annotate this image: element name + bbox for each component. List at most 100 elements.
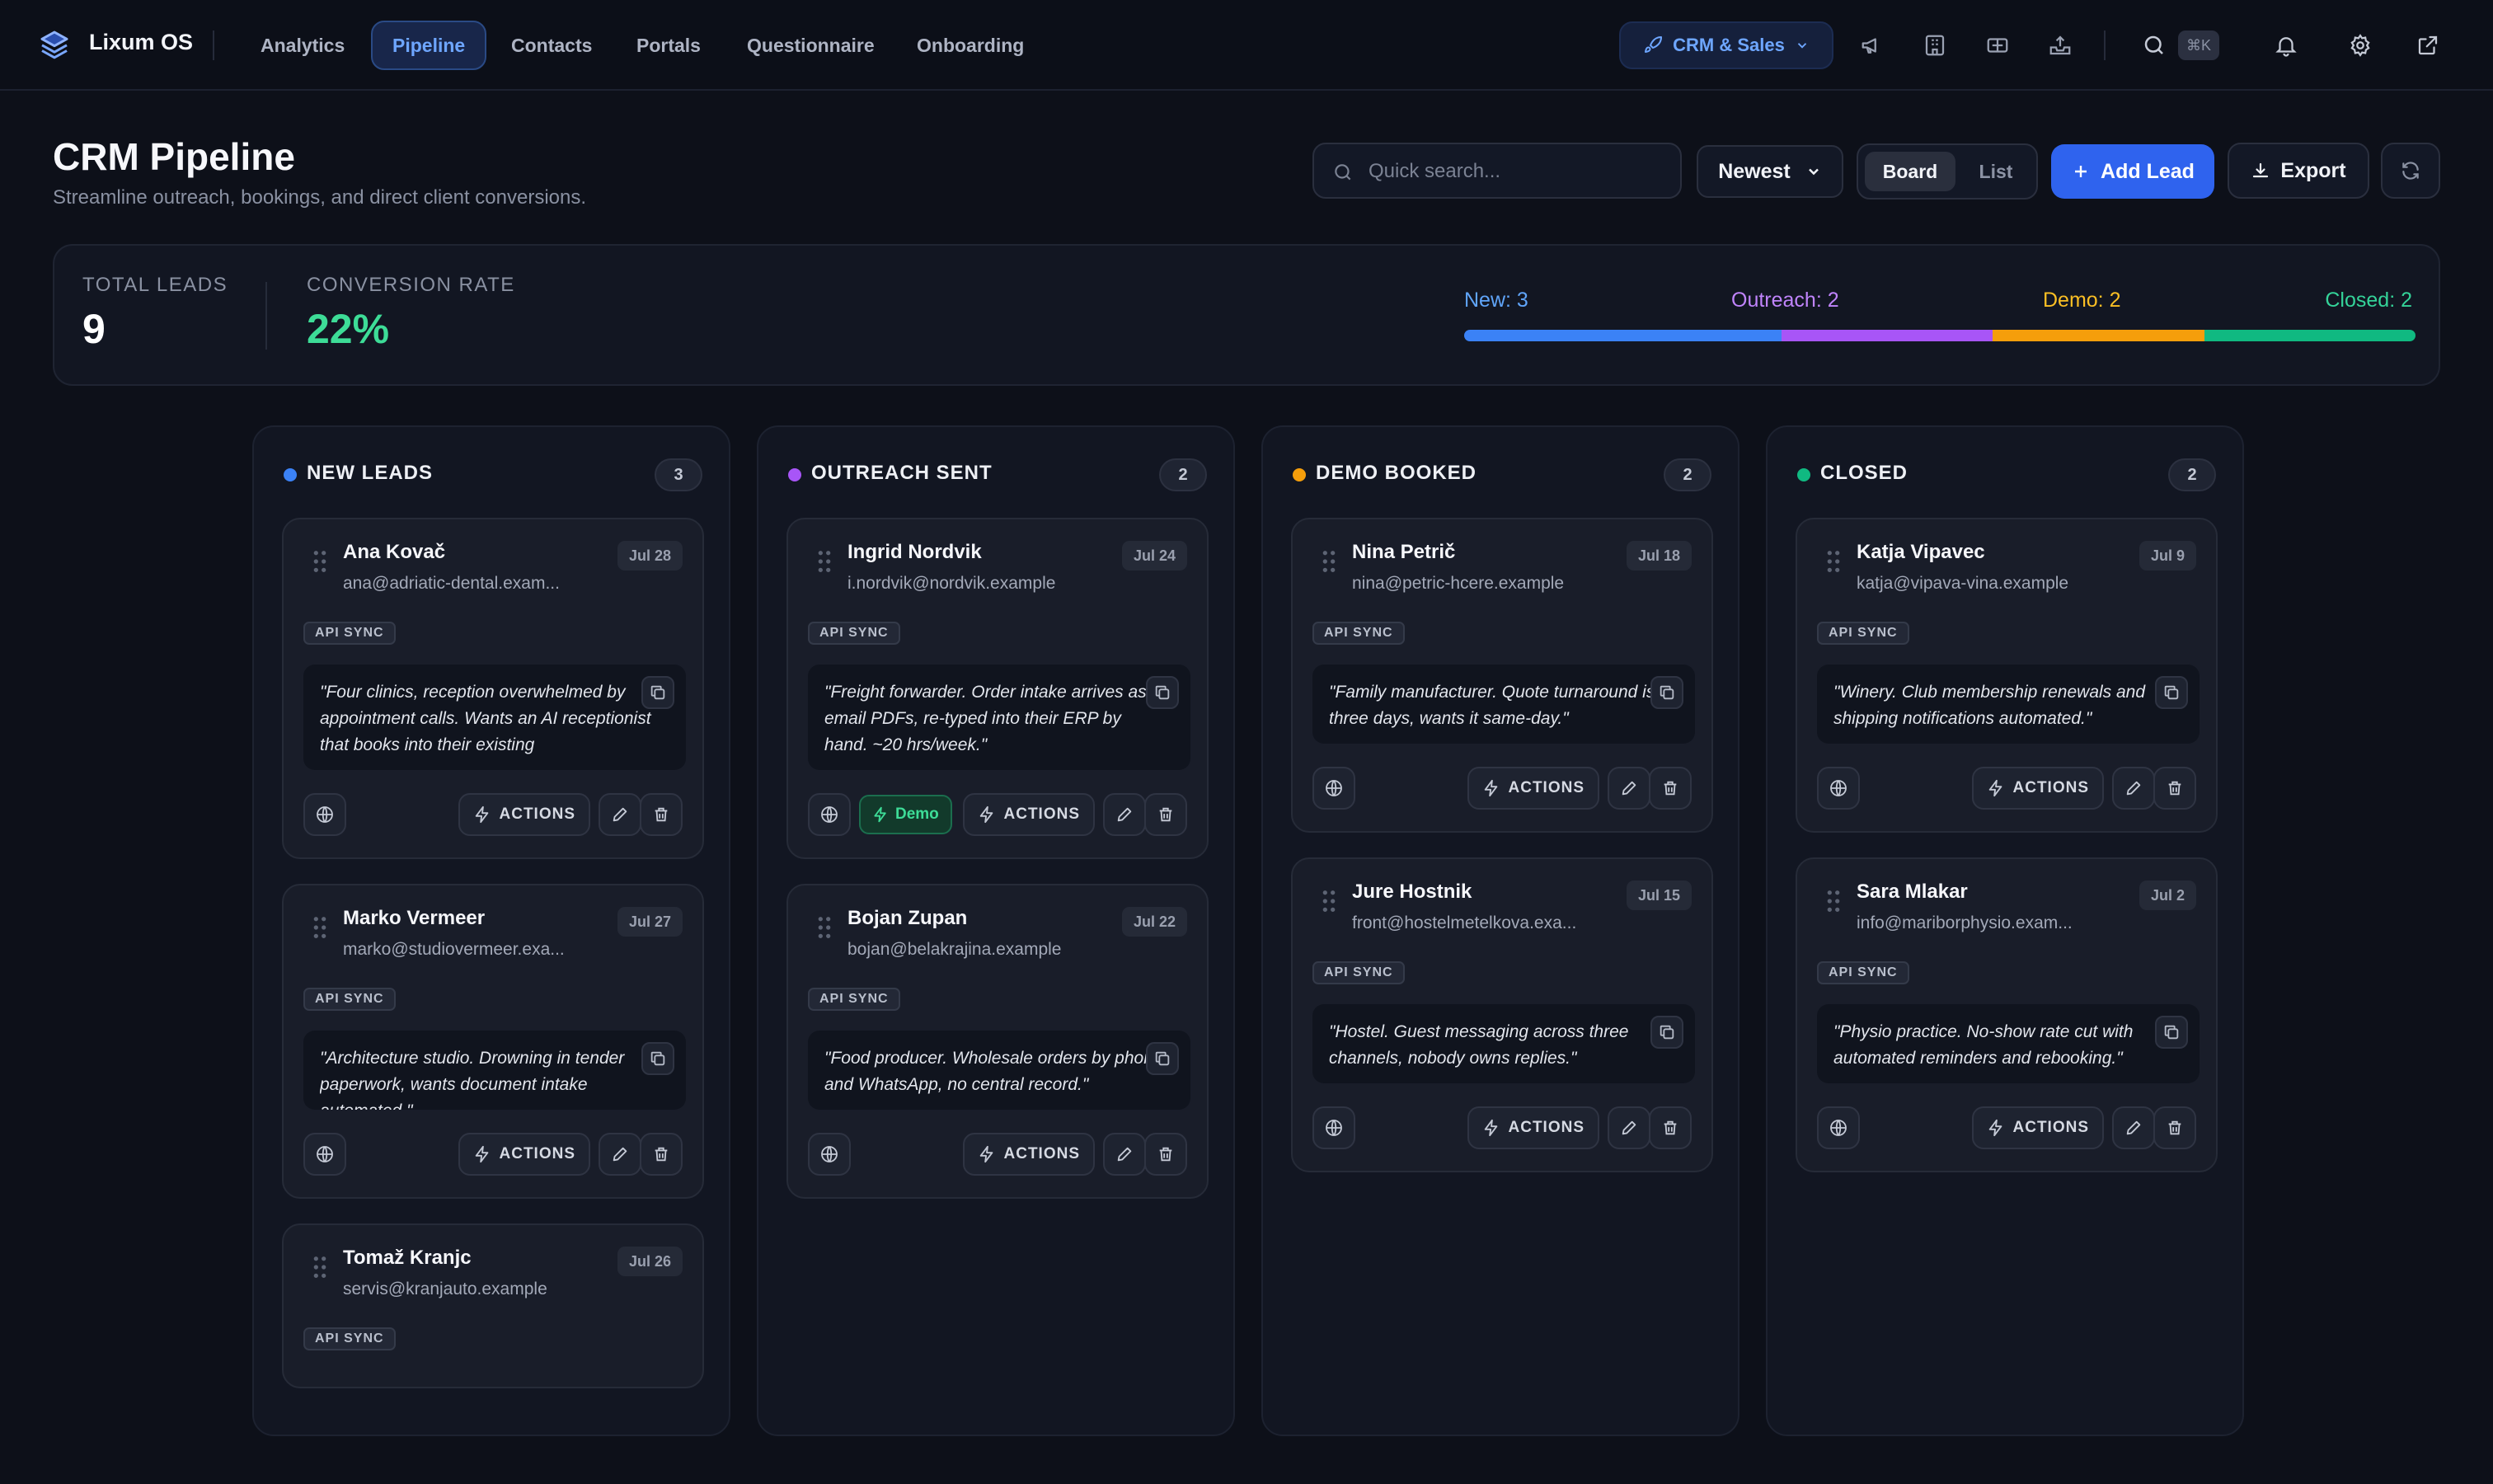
- trash-icon[interactable]: [640, 793, 683, 836]
- pipeline-distribution-bar: [1464, 330, 2416, 341]
- lead-card[interactable]: Sara Mlakar info@mariborphysio.exam... Jul…: [1796, 857, 2218, 1172]
- refresh-button[interactable]: [2381, 143, 2440, 199]
- lead-card[interactable]: Jure Hostnik front@hostelmetelkova.exa...…: [1291, 857, 1713, 1172]
- bar-segment-demo: [1993, 330, 2204, 341]
- drag-handle-icon[interactable]: [312, 549, 328, 574]
- stats-panel: TOTAL LEADS 9 CONVERSION RATE 22% New: 3…: [53, 244, 2440, 386]
- handshake-icon[interactable]: [1985, 33, 2010, 58]
- nav-pipeline[interactable]: Pipeline: [371, 21, 487, 70]
- layers-logo-icon[interactable]: [38, 28, 71, 61]
- gear-icon[interactable]: [2348, 33, 2373, 58]
- edit-icon[interactable]: [1103, 793, 1146, 836]
- globe-icon[interactable]: [1817, 767, 1860, 810]
- drag-handle-icon[interactable]: [312, 915, 328, 940]
- column-title: NEW LEADS: [307, 462, 433, 484]
- nav-questionnaire[interactable]: Questionnaire: [727, 21, 894, 70]
- edit-icon[interactable]: [1103, 1133, 1146, 1176]
- globe-icon[interactable]: [303, 793, 346, 836]
- lead-card[interactable]: Nina Petrič nina@petric-hcere.example Jul …: [1291, 518, 1713, 833]
- edit-icon[interactable]: [2112, 1106, 2155, 1149]
- lead-card[interactable]: Ana Kovač ana@adriatic-dental.exam... Jul …: [282, 518, 704, 859]
- nav-onboarding[interactable]: Onboarding: [897, 21, 1044, 70]
- actions-button[interactable]: ACTIONS: [962, 793, 1095, 836]
- copy-icon[interactable]: [1650, 1016, 1683, 1049]
- globe-icon[interactable]: [1312, 767, 1355, 810]
- export-button[interactable]: Export: [2228, 143, 2369, 199]
- chevron-down-icon: [1797, 43, 1807, 49]
- copy-icon[interactable]: [1650, 676, 1683, 709]
- lead-note: "Family manufacturer. Quote turnaround i…: [1312, 665, 1695, 744]
- actions-button[interactable]: ACTIONS: [458, 1133, 590, 1176]
- source-tag: API SYNC: [808, 622, 900, 645]
- globe-icon[interactable]: [808, 793, 851, 836]
- lead-note-text: "Four clinics, reception overwhelmed by …: [320, 683, 651, 754]
- copy-icon[interactable]: [1146, 676, 1179, 709]
- actions-button[interactable]: ACTIONS: [1971, 1106, 2104, 1149]
- search-icon[interactable]: [2142, 33, 2167, 58]
- nav-analytics[interactable]: Analytics: [241, 21, 364, 70]
- drag-handle-icon[interactable]: [1825, 549, 1842, 574]
- edit-icon[interactable]: [1608, 1106, 1650, 1149]
- drag-handle-icon[interactable]: [312, 1255, 328, 1280]
- drag-handle-icon[interactable]: [816, 549, 833, 574]
- total-leads-label: TOTAL LEADS: [82, 274, 228, 296]
- copy-icon[interactable]: [1146, 1042, 1179, 1075]
- demo-status-badge[interactable]: Demo: [859, 795, 952, 834]
- lead-card[interactable]: Marko Vermeer marko@studiovermeer.exa... J…: [282, 884, 704, 1199]
- trash-icon[interactable]: [640, 1133, 683, 1176]
- megaphone-icon[interactable]: [1860, 33, 1885, 58]
- trash-icon[interactable]: [2153, 767, 2196, 810]
- inbox-upload-icon[interactable]: [2048, 33, 2073, 58]
- drag-handle-icon[interactable]: [816, 915, 833, 940]
- actions-button[interactable]: ACTIONS: [1971, 767, 2104, 810]
- building-icon[interactable]: [1923, 33, 1947, 58]
- nav-portals[interactable]: Portals: [617, 21, 721, 70]
- view-list-button[interactable]: List: [1960, 152, 2031, 191]
- lead-card[interactable]: Ingrid Nordvik i.nordvik@nordvik.example J…: [786, 518, 1209, 859]
- trash-icon[interactable]: [1649, 767, 1692, 810]
- column-status-dot: [284, 468, 297, 481]
- edit-icon[interactable]: [1608, 767, 1650, 810]
- workspace-selector[interactable]: CRM & Sales: [1619, 21, 1833, 69]
- actions-button[interactable]: ACTIONS: [1467, 767, 1599, 810]
- drag-handle-icon[interactable]: [1825, 889, 1842, 913]
- actions-button[interactable]: ACTIONS: [458, 793, 590, 836]
- lead-email: ana@adriatic-dental.exam...: [343, 574, 560, 593]
- drag-handle-icon[interactable]: [1321, 889, 1337, 913]
- globe-icon[interactable]: [808, 1133, 851, 1176]
- copy-icon[interactable]: [641, 676, 674, 709]
- lead-email: info@mariborphysio.exam...: [1857, 913, 2073, 932]
- lead-name: Marko Vermeer: [343, 907, 486, 929]
- sort-select[interactable]: Newest: [1697, 145, 1843, 198]
- drag-handle-icon[interactable]: [1321, 549, 1337, 574]
- edit-icon[interactable]: [2112, 767, 2155, 810]
- lead-note: "Four clinics, reception overwhelmed by …: [303, 665, 686, 770]
- lead-card[interactable]: Katja Vipavec katja@vipava-vina.example Ju…: [1796, 518, 2218, 833]
- copy-icon[interactable]: [2155, 676, 2188, 709]
- globe-icon[interactable]: [303, 1133, 346, 1176]
- search-input[interactable]: Quick search...: [1312, 143, 1682, 199]
- shortcut-hint: ⌘K: [2178, 31, 2219, 60]
- trash-icon[interactable]: [1144, 1133, 1187, 1176]
- lead-email: servis@kranjauto.example: [343, 1280, 547, 1298]
- trash-icon[interactable]: [2153, 1106, 2196, 1149]
- nav-contacts[interactable]: Contacts: [491, 21, 612, 70]
- copy-icon[interactable]: [641, 1042, 674, 1075]
- edit-icon[interactable]: [599, 1133, 641, 1176]
- lead-card[interactable]: Bojan Zupan bojan@belakrajina.example Jul …: [786, 884, 1209, 1199]
- trash-icon[interactable]: [1144, 793, 1187, 836]
- view-board-button[interactable]: Board: [1865, 152, 1955, 191]
- external-link-icon[interactable]: [2416, 33, 2440, 58]
- lead-card[interactable]: Tomaž Kranjc servis@kranjauto.example Jul …: [282, 1223, 704, 1388]
- export-label: Export: [2280, 158, 2346, 182]
- trash-icon[interactable]: [1649, 1106, 1692, 1149]
- add-lead-button[interactable]: Add Lead: [2051, 144, 2214, 199]
- bell-icon[interactable]: [2274, 33, 2298, 58]
- copy-icon[interactable]: [2155, 1016, 2188, 1049]
- actions-button[interactable]: ACTIONS: [1467, 1106, 1599, 1149]
- column-title: OUTREACH SENT: [811, 462, 993, 484]
- globe-icon[interactable]: [1312, 1106, 1355, 1149]
- edit-icon[interactable]: [599, 793, 641, 836]
- globe-icon[interactable]: [1817, 1106, 1860, 1149]
- actions-button[interactable]: ACTIONS: [962, 1133, 1095, 1176]
